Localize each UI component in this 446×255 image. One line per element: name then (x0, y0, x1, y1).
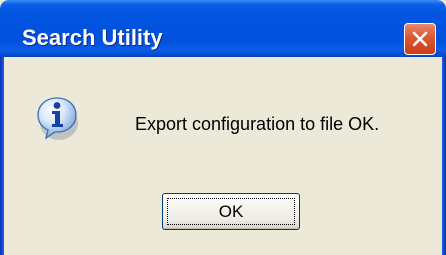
close-button[interactable] (404, 23, 436, 55)
title-bar[interactable]: Search Utility (0, 0, 446, 57)
close-icon (412, 31, 428, 47)
information-icon (37, 97, 78, 140)
ok-button-label: OK (218, 202, 244, 221)
dialog-message: Export configuration to file OK. (135, 114, 380, 134)
ok-button[interactable]: OK (162, 193, 300, 230)
dialog-window: Search Utility Export configuration to f… (0, 0, 446, 255)
window-frame-right (442, 57, 446, 255)
window-title: Search Utility (22, 25, 163, 50)
